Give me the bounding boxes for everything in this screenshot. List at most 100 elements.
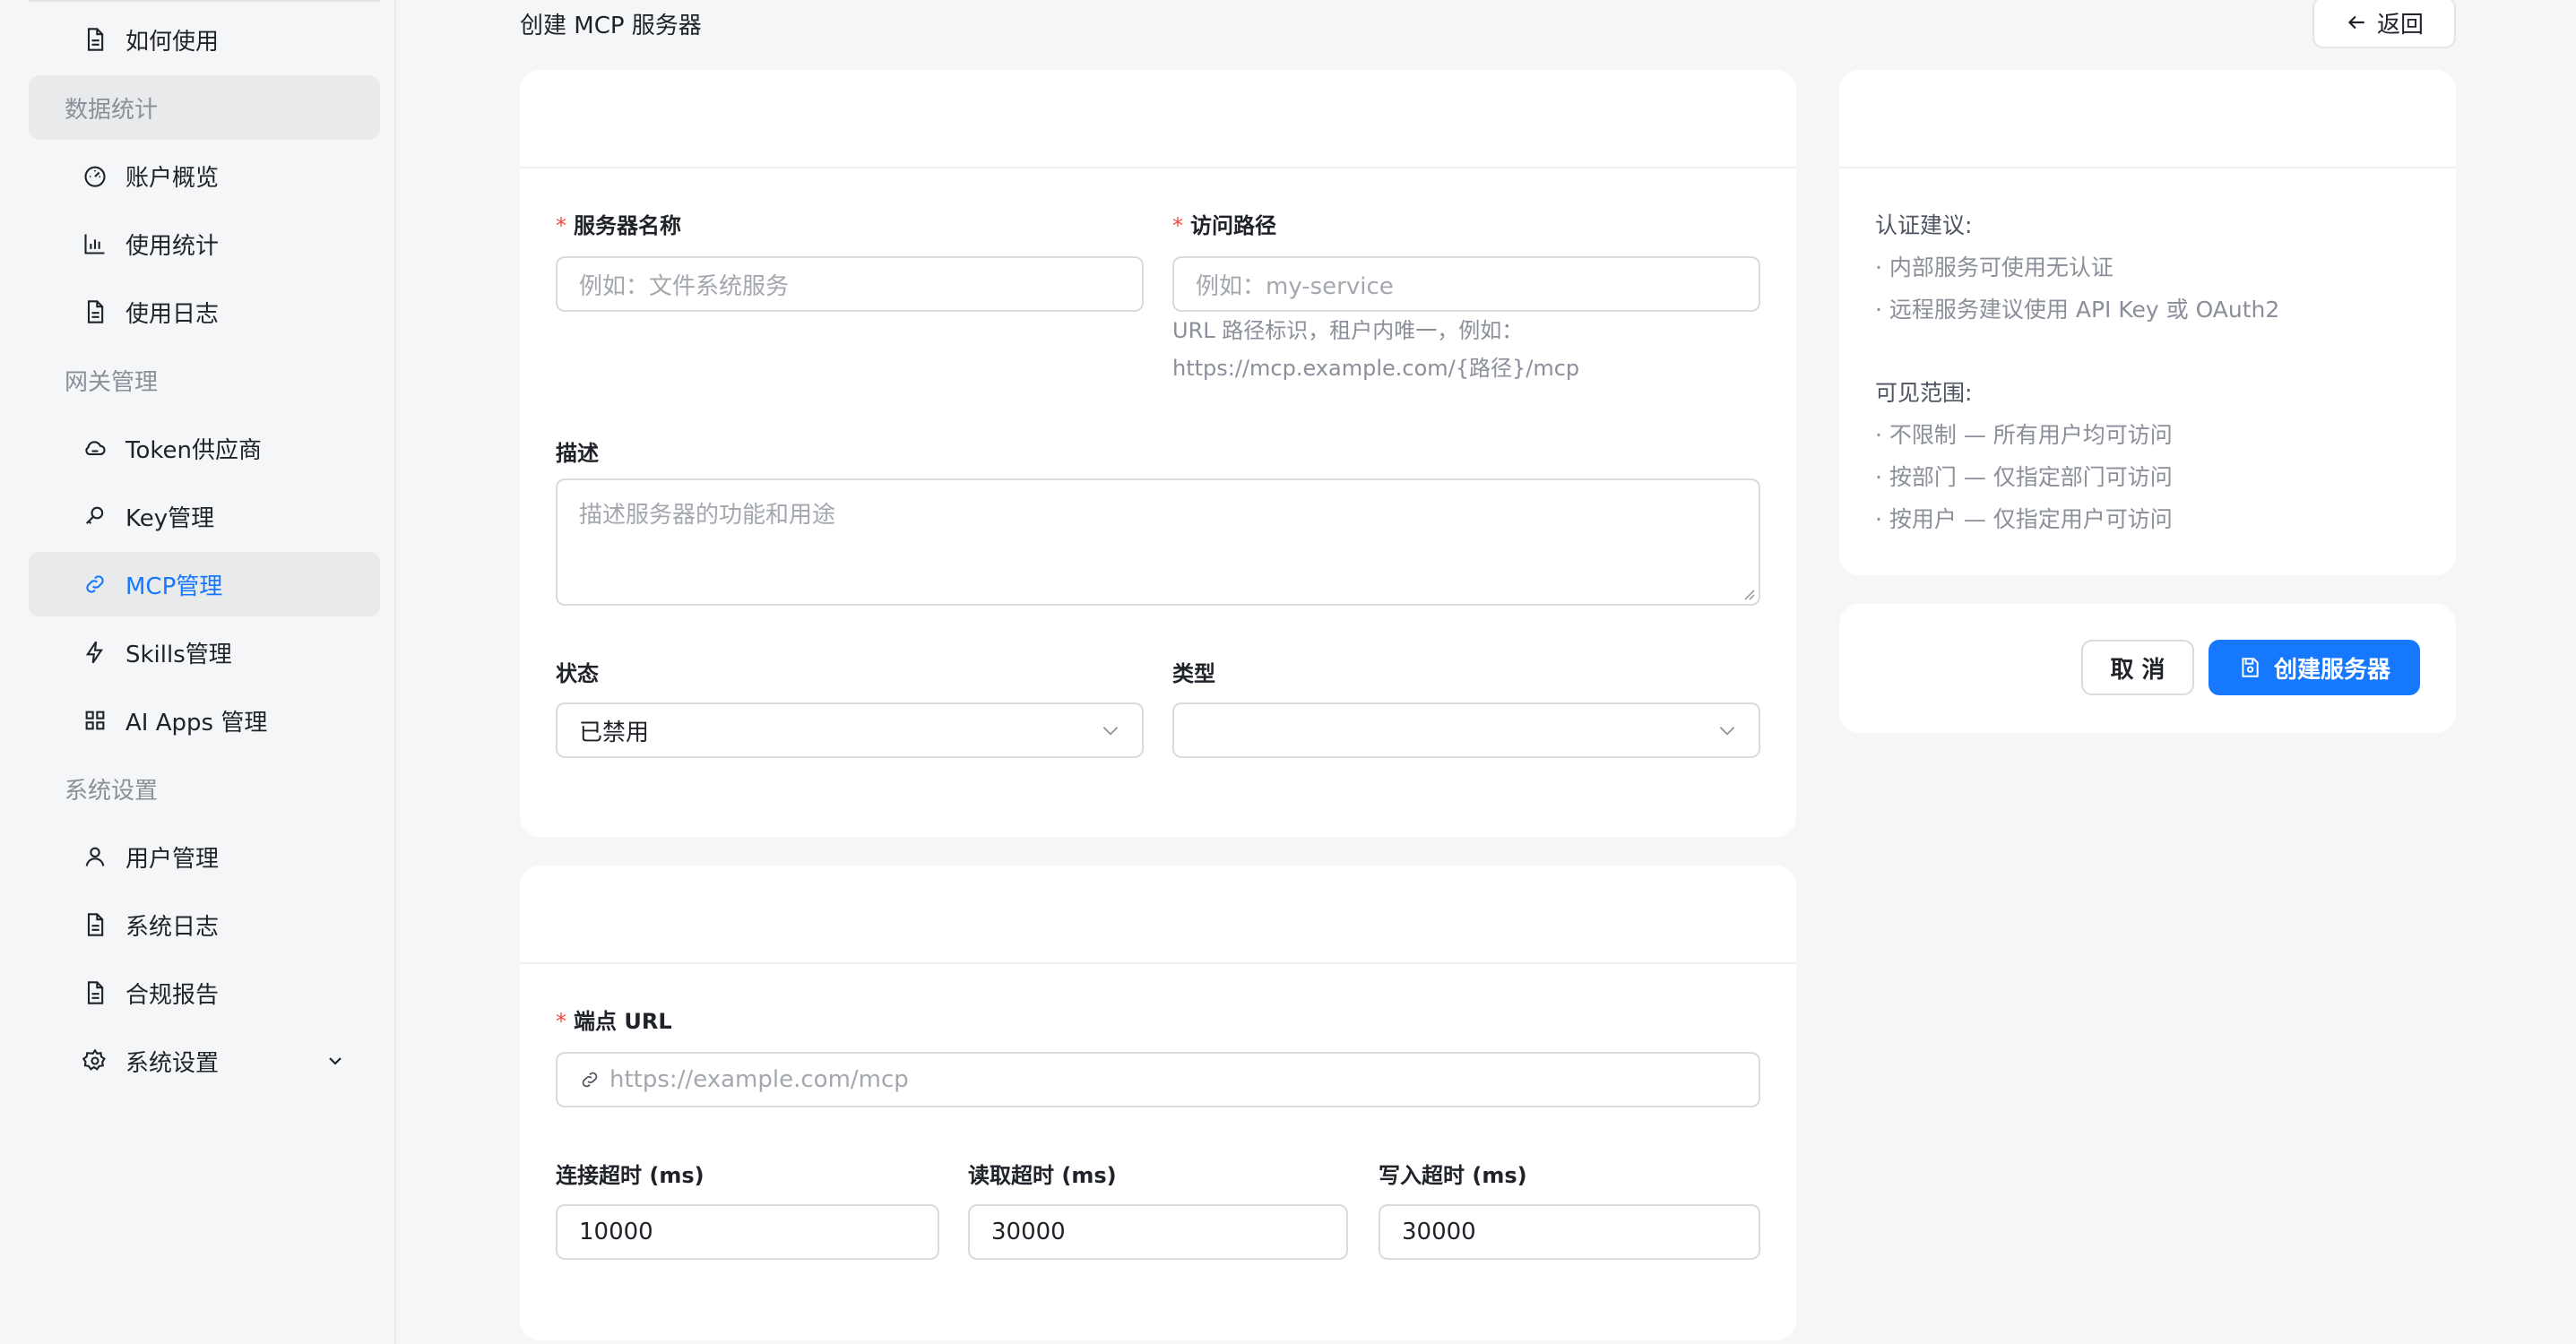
user-icon bbox=[82, 844, 108, 869]
resize-grip-icon[interactable] bbox=[1741, 586, 1755, 600]
sidebar-group-gateway[interactable]: 网关管理 bbox=[29, 348, 380, 412]
type-select[interactable] bbox=[1172, 702, 1760, 758]
read-timeout-input[interactable]: 30000 bbox=[968, 1204, 1348, 1260]
chevron-down-icon bbox=[1099, 719, 1122, 742]
card-header bbox=[520, 70, 1796, 168]
access-path-placeholder: 例如：my-service bbox=[1196, 272, 1394, 300]
sidebar-group-label: 系统设置 bbox=[65, 777, 159, 805]
access-path-help: URL 路径标识，租户内唯一，例如： https://mcp.example.c… bbox=[1172, 312, 1579, 387]
sidebar-item-system-log[interactable]: 系统日志 bbox=[29, 892, 380, 957]
endpoint-url-input[interactable]: https://example.com/mcp bbox=[556, 1052, 1760, 1107]
server-name-input[interactable]: 例如：文件系统服务 bbox=[556, 256, 1144, 312]
page-title: 创建 MCP 服务器 bbox=[520, 13, 702, 39]
write-timeout-label: 写入超时 (ms) bbox=[1379, 1163, 1527, 1188]
create-server-button-label: 创建服务器 bbox=[2273, 656, 2390, 684]
sidebar-item-label: 如何使用 bbox=[125, 28, 220, 56]
scope-tip-item: · 按部门 — 仅指定部门可访问 bbox=[1875, 464, 2173, 490]
create-server-button[interactable]: 创建服务器 bbox=[2209, 640, 2420, 695]
sidebar-item-label: 用户管理 bbox=[125, 845, 220, 873]
write-timeout-input[interactable]: 30000 bbox=[1379, 1204, 1760, 1260]
access-path-label-text: 访问路径 bbox=[1190, 213, 1276, 238]
endpoint-url-label: * 端点 URL bbox=[556, 1004, 672, 1035]
arrow-left-icon bbox=[2345, 11, 2368, 34]
gear-icon bbox=[82, 1048, 108, 1073]
sidebar-item-skills-management[interactable]: Skills管理 bbox=[29, 620, 380, 685]
access-path-input[interactable]: 例如：my-service bbox=[1172, 256, 1760, 312]
write-timeout-value: 30000 bbox=[1402, 1219, 1476, 1245]
scope-tips-title: 可见范围: bbox=[1875, 380, 1973, 406]
connect-timeout-input[interactable]: 10000 bbox=[556, 1204, 939, 1260]
sidebar-item-user-management[interactable]: 用户管理 bbox=[29, 824, 380, 889]
sidebar-item-account-overview[interactable]: 账户概览 bbox=[29, 143, 380, 208]
description-placeholder: 描述服务器的功能和用途 bbox=[579, 502, 836, 529]
chevron-down-icon[interactable] bbox=[324, 1050, 346, 1072]
access-path-help-line-2: https://mcp.example.com/{路径}/mcp bbox=[1172, 356, 1580, 381]
description-label: 描述 bbox=[556, 441, 599, 466]
sidebar-item-label: 系统设置 bbox=[125, 1049, 220, 1077]
cloud-icon bbox=[82, 435, 108, 461]
scope-tip-item: · 按用户 — 仅指定用户可访问 bbox=[1875, 506, 2173, 532]
required-mark: * bbox=[556, 1009, 566, 1034]
back-button-label: 返回 bbox=[2376, 11, 2424, 39]
sidebar-item-label: Token供应商 bbox=[125, 436, 262, 464]
bolt-icon bbox=[82, 640, 108, 665]
sidebar-item-system-settings[interactable]: 系统设置 bbox=[29, 1029, 380, 1093]
server-name-placeholder: 例如：文件系统服务 bbox=[579, 272, 790, 300]
file-icon bbox=[82, 27, 108, 52]
connect-timeout-value: 10000 bbox=[579, 1219, 653, 1245]
sidebar-item-label: AI Apps 管理 bbox=[125, 709, 268, 737]
sidebar-item-label: Key管理 bbox=[125, 504, 215, 532]
cancel-button[interactable]: 取 消 bbox=[2081, 640, 2194, 695]
sidebar-group-label: 网关管理 bbox=[65, 368, 159, 396]
sidebar-divider bbox=[29, 0, 380, 2]
sidebar-group-system[interactable]: 系统设置 bbox=[29, 756, 380, 821]
link-icon bbox=[579, 1069, 601, 1090]
description-textarea[interactable]: 描述服务器的功能和用途 bbox=[556, 478, 1760, 606]
link-icon bbox=[82, 572, 108, 597]
bar-chart-icon bbox=[82, 231, 108, 256]
dashboard-icon bbox=[82, 163, 108, 188]
sidebar-item-token-provider[interactable]: Token供应商 bbox=[29, 416, 380, 480]
sidebar-item-label: Skills管理 bbox=[125, 641, 232, 668]
card-header bbox=[1839, 70, 2456, 168]
sidebar-item-label: MCP管理 bbox=[125, 573, 223, 600]
apps-grid-icon bbox=[82, 708, 108, 733]
read-timeout-label: 读取超时 (ms) bbox=[968, 1163, 1117, 1188]
sidebar-group-stats[interactable]: 数据统计 bbox=[29, 75, 380, 140]
sidebar-item-label: 使用日志 bbox=[125, 300, 220, 328]
access-path-help-line-1: URL 路径标识，租户内唯一，例如： bbox=[1172, 318, 1524, 343]
sidebar-item-ai-apps[interactable]: AI Apps 管理 bbox=[29, 688, 380, 753]
server-name-label-text: 服务器名称 bbox=[574, 213, 681, 238]
sidebar-item-compliance-report[interactable]: 合规报告 bbox=[29, 961, 380, 1025]
sidebar-item-mcp-management[interactable]: MCP管理 bbox=[29, 552, 380, 616]
sidebar-item-usage-stats[interactable]: 使用统计 bbox=[29, 211, 380, 276]
back-button[interactable]: 返回 bbox=[2312, 0, 2456, 48]
read-timeout-value: 30000 bbox=[991, 1219, 1066, 1245]
sidebar-item-usage-log[interactable]: 使用日志 bbox=[29, 280, 380, 344]
status-select-value: 已禁用 bbox=[579, 719, 650, 746]
auth-tip-item: · 远程服务建议使用 API Key 或 OAuth2 bbox=[1875, 297, 2280, 323]
endpoint-url-placeholder: https://example.com/mcp bbox=[609, 1066, 909, 1093]
server-name-label: * 服务器名称 bbox=[556, 208, 681, 239]
required-mark: * bbox=[1172, 213, 1183, 238]
sidebar-item-label: 合规报告 bbox=[125, 981, 220, 1009]
sidebar-item-label: 系统日志 bbox=[125, 913, 220, 941]
connect-timeout-label: 连接超时 (ms) bbox=[556, 1163, 705, 1188]
status-select[interactable]: 已禁用 bbox=[556, 702, 1144, 758]
auth-tip-item: · 内部服务可使用无认证 bbox=[1875, 254, 2114, 280]
sidebar-item-label: 使用统计 bbox=[125, 232, 220, 260]
card-header bbox=[520, 866, 1796, 964]
endpoint-url-label-text: 端点 URL bbox=[574, 1009, 672, 1034]
status-label: 状态 bbox=[556, 661, 599, 686]
save-icon bbox=[2238, 656, 2261, 679]
sidebar-item-key-management[interactable]: Key管理 bbox=[29, 484, 380, 548]
sidebar-item-label: 账户概览 bbox=[125, 164, 220, 192]
file-icon bbox=[82, 912, 108, 937]
sidebar: 如何使用 数据统计 账户概览 使用统计 使用日志 网关管理 Token供应商 K… bbox=[0, 0, 396, 1344]
required-mark: * bbox=[556, 213, 566, 238]
file-icon bbox=[82, 299, 108, 324]
sidebar-item-how-to-use[interactable]: 如何使用 bbox=[29, 7, 380, 72]
key-icon bbox=[82, 504, 108, 529]
scope-tip-item: · 不限制 — 所有用户均可访问 bbox=[1875, 422, 2173, 448]
